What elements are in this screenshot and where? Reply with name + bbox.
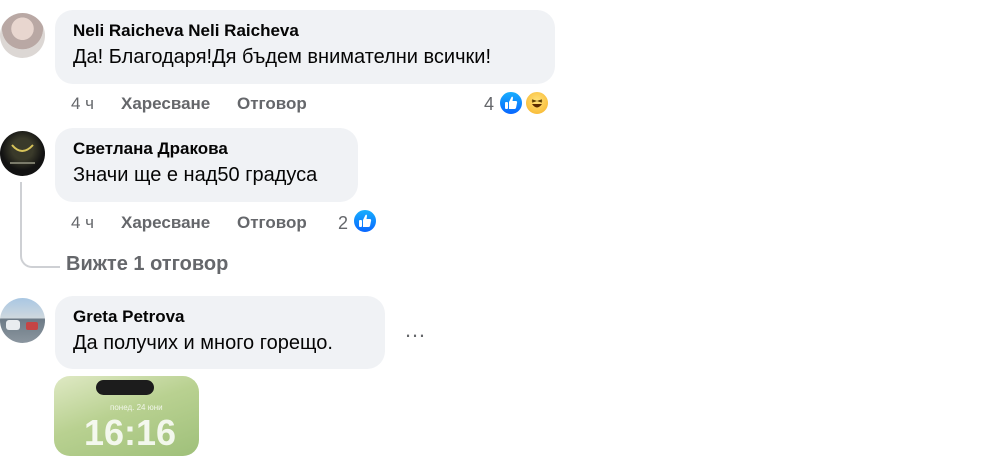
haha-icon[interactable]: [524, 90, 550, 116]
thread-connector: [20, 246, 60, 268]
comment-time[interactable]: 4 ч: [71, 213, 94, 233]
like-icon[interactable]: [498, 90, 524, 116]
more-options-button[interactable]: …: [404, 319, 427, 341]
comment-photo-attachment[interactable]: понед. 24 юни 16:16: [54, 376, 199, 456]
photo-date: понед. 24 юни: [110, 403, 163, 412]
like-button[interactable]: Харесване: [121, 213, 210, 233]
reactions-count[interactable]: 2: [338, 213, 348, 233]
comment-bubble: Greta Petrova Да получих и много горещо.: [55, 296, 385, 369]
comment-time[interactable]: 4 ч: [71, 94, 94, 114]
comment-text: Да! Благодаря!Дя бъдем внимателни всички…: [73, 46, 491, 68]
like-icon[interactable]: [352, 208, 378, 234]
comment-text: Значи ще е над50 градуса: [73, 164, 318, 186]
reactions-count[interactable]: 4: [484, 94, 494, 114]
comment-author[interactable]: Светлана Дракова: [73, 139, 358, 159]
thread-line: [20, 182, 22, 248]
like-button[interactable]: Харесване: [121, 94, 210, 114]
photo-clock: 16:16: [84, 412, 177, 453]
comment-author[interactable]: Greta Petrova: [73, 307, 385, 327]
reply-button[interactable]: Отговор: [237, 94, 307, 114]
avatar[interactable]: [0, 13, 45, 58]
avatar[interactable]: [0, 298, 45, 343]
view-replies-link[interactable]: Вижте 1 отговор: [66, 253, 228, 276]
reply-button[interactable]: Отговор: [237, 213, 307, 233]
comment-bubble: Neli Raicheva Neli Raicheva Да! Благодар…: [55, 10, 555, 84]
avatar[interactable]: [0, 131, 45, 176]
phone-notch: [96, 380, 154, 395]
comment-bubble: Светлана Дракова Значи ще е над50 градус…: [55, 128, 358, 202]
comment-author[interactable]: Neli Raicheva Neli Raicheva: [73, 21, 555, 41]
comment-text: Да получих и много горещо.: [73, 332, 333, 354]
